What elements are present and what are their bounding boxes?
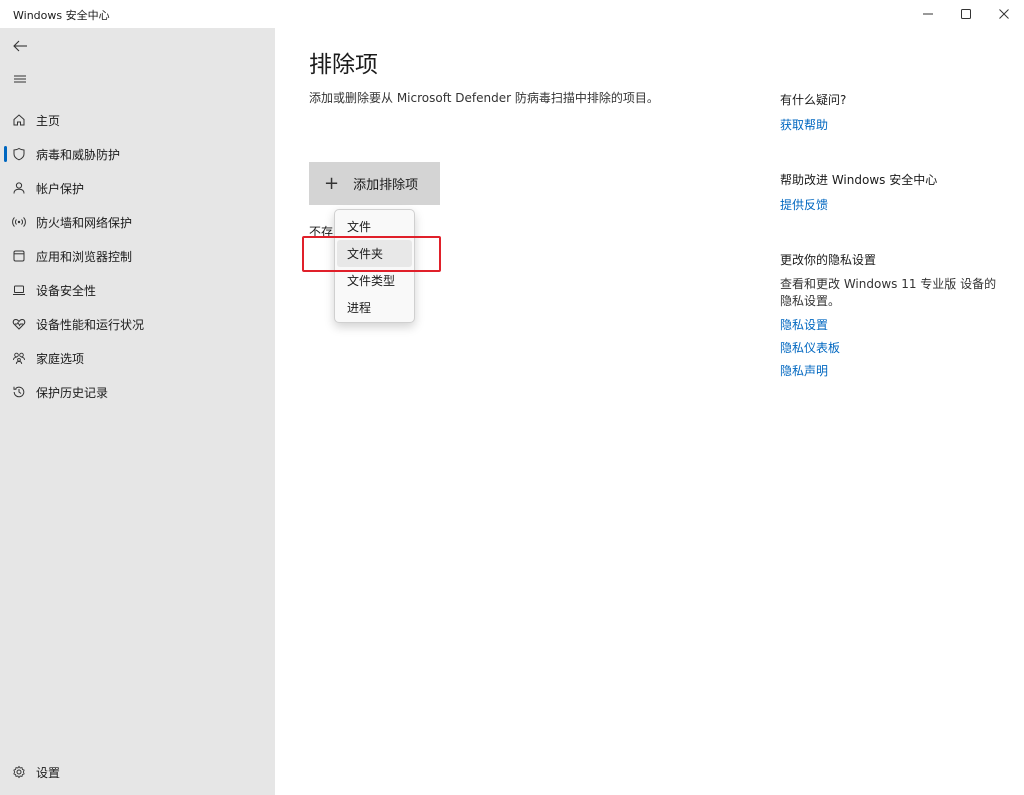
sidebar-item-device-security[interactable]: 设备安全性 <box>0 273 275 307</box>
feedback-link[interactable]: 提供反馈 <box>780 196 1000 213</box>
close-icon <box>999 9 1009 19</box>
privacy-settings-link[interactable]: 隐私设置 <box>780 316 1000 333</box>
sidebar-item-family-options[interactable]: 家庭选项 <box>0 341 275 375</box>
minimize-icon <box>923 13 933 15</box>
back-arrow-icon <box>13 40 27 52</box>
maximize-icon <box>961 9 971 19</box>
laptop-icon <box>11 282 27 298</box>
privacy-section: 更改你的隐私设置 查看和更改 Windows 11 专业版 设备的隐私设置。 隐… <box>780 251 1000 379</box>
main-content: 排除项 添加或删除要从 Microsoft Defender 防病毒扫描中排除的… <box>275 28 1024 795</box>
page-description: 添加或删除要从 Microsoft Defender 防病毒扫描中排除的项目。 <box>309 91 659 105</box>
page-title: 排除项 <box>309 52 378 78</box>
sidebar-item-virus-protection[interactable]: 病毒和威胁防护 <box>0 137 275 171</box>
sidebar-item-firewall[interactable]: 防火墙和网络保护 <box>0 205 275 239</box>
hamburger-icon <box>14 75 26 83</box>
sidebar-item-label: 保护历史记录 <box>36 385 109 400</box>
close-button[interactable] <box>986 0 1022 28</box>
wireless-icon <box>11 214 27 230</box>
settings-label: 设置 <box>36 765 61 780</box>
sidebar-item-home[interactable]: 主页 <box>0 103 275 137</box>
sidebar-item-protection-history[interactable]: 保护历史记录 <box>0 375 275 409</box>
help-heading: 有什么疑问? <box>780 93 847 107</box>
family-icon <box>11 350 27 366</box>
sidebar-item-label: 设备性能和运行状况 <box>36 317 145 332</box>
sidebar-item-label: 设备安全性 <box>36 283 97 298</box>
person-icon <box>11 180 27 196</box>
add-exclusion-button[interactable]: + 添加排除项 <box>309 162 440 205</box>
hamburger-menu-button[interactable] <box>8 67 32 91</box>
minimize-button[interactable] <box>910 0 946 28</box>
menu-item-file[interactable]: 文件 <box>337 213 412 240</box>
sidebar-item-settings[interactable]: 设置 <box>0 755 275 789</box>
help-section: 有什么疑问? 获取帮助 <box>780 91 1000 133</box>
sidebar-item-account-protection[interactable]: 帐户保护 <box>0 171 275 205</box>
sidebar-item-label: 防火墙和网络保护 <box>36 215 133 230</box>
sidebar-item-device-performance[interactable]: 设备性能和运行状况 <box>0 307 275 341</box>
app-window-icon <box>11 248 27 264</box>
sidebar-item-label: 家庭选项 <box>36 351 85 366</box>
plus-icon: + <box>324 172 340 194</box>
sidebar-item-label: 应用和浏览器控制 <box>36 249 133 264</box>
back-button[interactable] <box>8 34 32 58</box>
empty-state-text: 不存 <box>309 225 334 239</box>
add-exclusion-label: 添加排除项 <box>353 178 419 193</box>
window-title: Windows 安全中心 <box>13 9 110 22</box>
heart-pulse-icon <box>11 316 27 332</box>
history-icon <box>11 384 27 400</box>
gear-icon <box>11 764 27 780</box>
maximize-button[interactable] <box>948 0 984 28</box>
privacy-statement-link[interactable]: 隐私声明 <box>780 362 1000 379</box>
sidebar-item-app-browser-control[interactable]: 应用和浏览器控制 <box>0 239 275 273</box>
privacy-dashboard-link[interactable]: 隐私仪表板 <box>780 339 1000 356</box>
title-bar: Windows 安全中心 <box>0 0 1024 28</box>
sidebar-item-label: 主页 <box>36 113 61 128</box>
home-icon <box>11 112 27 128</box>
shield-icon <box>11 146 27 162</box>
sidebar-item-label: 帐户保护 <box>36 181 85 196</box>
sidebar: 主页 病毒和威胁防护 帐户保护 防火墙和网络保护 应用和浏览器控制 设备安全性 … <box>0 28 275 795</box>
privacy-heading: 更改你的隐私设置 <box>780 253 877 267</box>
privacy-description: 查看和更改 Windows 11 专业版 设备的隐私设置。 <box>780 277 997 308</box>
improve-heading: 帮助改进 Windows 安全中心 <box>780 173 938 187</box>
exclusion-type-menu: 文件 文件夹 文件类型 进程 <box>334 209 415 323</box>
menu-item-folder[interactable]: 文件夹 <box>337 240 412 267</box>
sidebar-item-label: 病毒和威胁防护 <box>36 147 121 162</box>
menu-item-process[interactable]: 进程 <box>337 294 412 321</box>
get-help-link[interactable]: 获取帮助 <box>780 116 1000 133</box>
improve-section: 帮助改进 Windows 安全中心 提供反馈 <box>780 171 1000 213</box>
sidebar-nav: 主页 病毒和威胁防护 帐户保护 防火墙和网络保护 应用和浏览器控制 设备安全性 … <box>0 103 275 409</box>
menu-item-file-type[interactable]: 文件类型 <box>337 267 412 294</box>
